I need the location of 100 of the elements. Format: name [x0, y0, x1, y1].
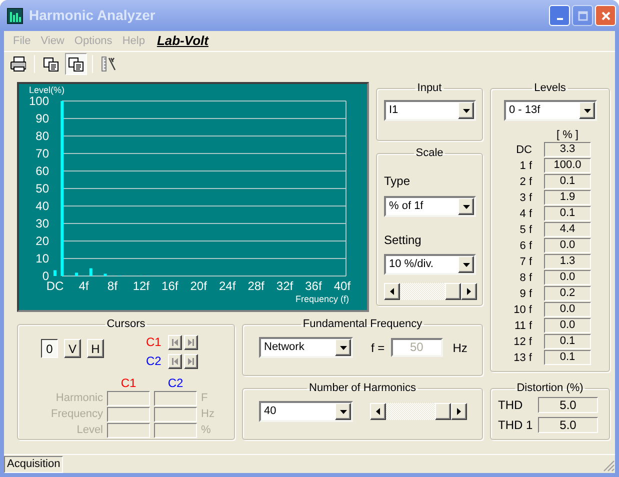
group-title: Scale [414, 147, 444, 160]
left-arrow-icon [390, 288, 394, 295]
axis-label: DC [46, 279, 64, 293]
dropdown-button[interactable] [458, 198, 474, 215]
field-label: Type [384, 173, 410, 190]
readout-field[interactable] [107, 423, 150, 438]
axis-label: 40f [334, 279, 351, 293]
level-value: 0.0 [544, 318, 591, 333]
readout-field[interactable] [154, 391, 197, 406]
dropdown[interactable]: 0 - 13f [504, 100, 597, 121]
dropdown[interactable]: 40 [259, 401, 353, 422]
scroll-right-button[interactable] [461, 283, 477, 300]
group-title: Distortion (%) [516, 382, 584, 395]
close-icon [600, 10, 610, 20]
mode-button[interactable]: V [64, 339, 81, 358]
brand-logo: Lab-Volt [156, 32, 208, 50]
readout-field[interactable] [154, 407, 197, 422]
harmonic-label: 3 f [518, 191, 532, 206]
harmonic-label: 7 f [518, 255, 532, 270]
harmonic-label: 12 f [512, 335, 532, 350]
axis-label: 60 [36, 164, 49, 178]
bar [75, 272, 78, 276]
readout-field[interactable] [107, 391, 150, 406]
dropdown-button[interactable] [335, 339, 351, 356]
readout-field[interactable] [107, 407, 150, 422]
dropdown-button[interactable] [579, 102, 595, 119]
level-value: 0.1 [544, 174, 591, 189]
toolbar-button[interactable] [65, 53, 87, 75]
level-value: 3.3 [544, 142, 591, 157]
cursor-label: C1 [146, 334, 162, 351]
group-title: Number of Harmonics [308, 382, 417, 395]
axis-label: 50 [36, 182, 49, 196]
level-value: 4.4 [544, 222, 591, 237]
previous-button[interactable] [168, 334, 182, 350]
level-value: 1.3 [544, 254, 591, 269]
scrollbar-thumb[interactable] [445, 283, 461, 300]
copy-icon [43, 56, 59, 72]
close-button[interactable] [595, 5, 616, 26]
readout-label: Frequency [50, 407, 103, 422]
axis-label: 10 [36, 252, 49, 266]
mode-button[interactable]: 0 [41, 339, 58, 358]
axis-title: Frequency (f) [295, 294, 349, 304]
scrollbar[interactable] [370, 403, 467, 420]
distortion-label: THD [498, 397, 524, 414]
axis-label: 80 [36, 129, 49, 143]
axis-label: 24f [218, 279, 236, 293]
app-icon [7, 8, 23, 24]
dropdown[interactable]: % of 1f [384, 196, 476, 217]
axis-label: 100 [28, 94, 49, 108]
caret-icon [462, 204, 470, 208]
cursor-label: C2 [146, 353, 162, 370]
harmonic-label: 13 f [512, 351, 532, 366]
dropdown-button[interactable] [335, 403, 351, 420]
dropdown[interactable]: I1 [384, 100, 476, 121]
harmonic-label: 2 f [518, 175, 532, 190]
axis-label: 20 [36, 234, 49, 248]
unit-label: Hz [201, 407, 214, 422]
readout-label: Harmonic [54, 391, 103, 406]
scrollbar[interactable] [384, 283, 477, 300]
unit-label: Hz [452, 340, 468, 356]
axis-label: 70 [36, 146, 49, 160]
resize-grip-icon[interactable] [603, 460, 615, 472]
unit-label: F [201, 391, 208, 406]
harmonic-label: 6 f [518, 239, 532, 254]
window-title: Harmonic Analyzer [29, 6, 156, 25]
right-arrow-icon [457, 408, 461, 415]
dropdown[interactable]: 10 %/div. [384, 254, 476, 275]
next-button[interactable] [184, 354, 198, 368]
scroll-left-button[interactable] [384, 283, 400, 300]
previous-button[interactable] [168, 354, 182, 368]
axis-label: 8f [107, 279, 118, 293]
harmonic-label: 11 f [513, 319, 532, 334]
skip-back-icon [172, 338, 178, 346]
scroll-left-button[interactable] [370, 403, 386, 420]
level-value: 0.0 [544, 270, 591, 285]
skip-forward-icon [188, 338, 194, 346]
dropdown-button[interactable] [458, 102, 474, 119]
skip-back-icon [172, 358, 178, 364]
level-value: 0.0 [544, 302, 591, 317]
ruler-cursor-icon [101, 56, 117, 72]
axis-label: 32f [276, 279, 294, 293]
level-value: 100.0 [544, 158, 591, 173]
next-button[interactable] [184, 334, 198, 350]
axis-title: Level(%) [29, 85, 65, 95]
distortion-value: 5.0 [538, 417, 598, 433]
readout-field[interactable] [154, 423, 197, 438]
minimize-button[interactable] [549, 5, 570, 26]
axis-label: 4f [78, 279, 89, 293]
readout-label: Level [76, 423, 103, 438]
scroll-right-button[interactable] [451, 403, 467, 420]
mode-button[interactable]: H [87, 339, 104, 358]
level-value: 0.1 [544, 350, 591, 365]
left-arrow-icon [376, 408, 380, 415]
level-value: 0.1 [544, 334, 591, 349]
axis-label: 30 [36, 216, 49, 230]
scrollbar-thumb[interactable] [435, 403, 451, 420]
axis-label: 16f [162, 279, 178, 293]
bar [54, 270, 56, 276]
unit-label: [ % ] [556, 129, 578, 142]
dropdown-button[interactable] [458, 256, 474, 273]
